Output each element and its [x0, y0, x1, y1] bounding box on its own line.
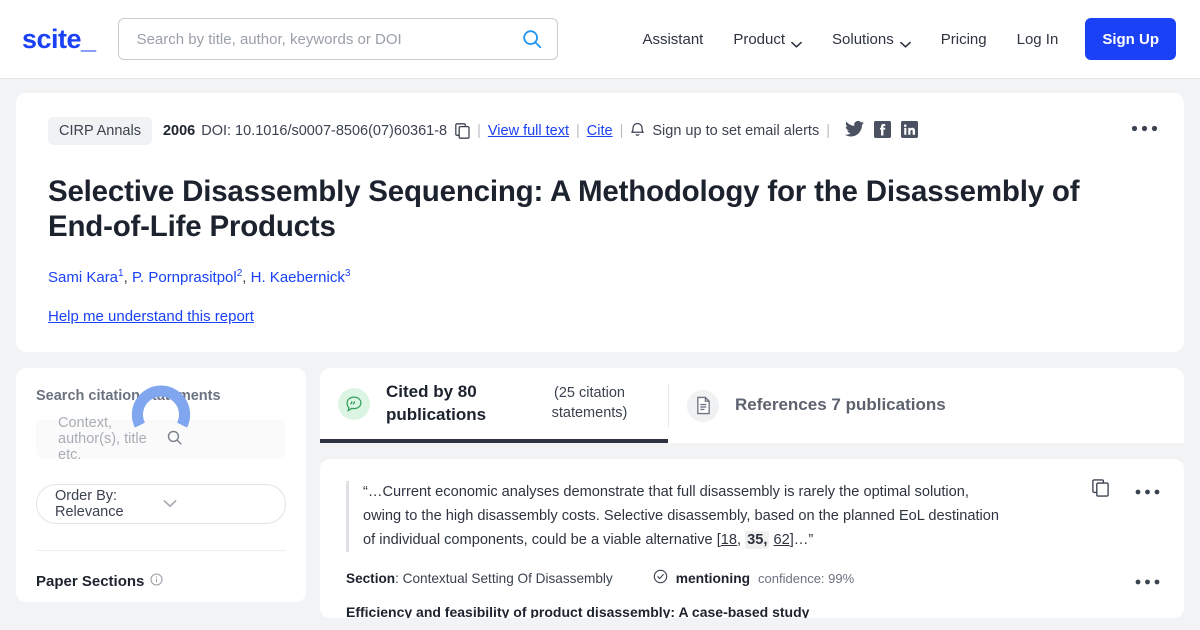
divider: | — [477, 123, 481, 139]
tab-cited-by[interactable]: Cited by 80 publications (25 citation st… — [320, 368, 668, 443]
citation-quote: “…Current economic analyses demonstrate … — [346, 481, 1158, 553]
author-list: Sami Kara1, P. Pornprasitpol2, H. Kaeber… — [48, 268, 1156, 286]
nav-label: Pricing — [940, 30, 987, 48]
nav-item-pricing[interactable]: Pricing — [926, 18, 1002, 60]
paper-metadata-row: CIRP Annals 2006 DOI: 10.1016/s0007-8506… — [48, 117, 1156, 145]
copy-icon[interactable] — [1092, 479, 1109, 502]
author-link[interactable]: P. Pornprasitpol2 — [131, 268, 242, 286]
paper-options-menu[interactable] — [1131, 119, 1158, 137]
order-by-label: Order By: Relevance — [55, 488, 124, 520]
author-name: Sami Kara — [48, 269, 119, 286]
citing-paper-title[interactable]: Efficiency and feasibility of product di… — [346, 604, 1158, 618]
divider: | — [576, 123, 580, 139]
sidebar-divider — [36, 550, 286, 551]
loading-spinner-icon — [130, 383, 192, 445]
section-value: : Contextual Setting Of Disassembly — [395, 570, 613, 586]
copy-doi-icon[interactable] — [455, 123, 470, 139]
chevron-down-icon — [791, 36, 802, 48]
author-separator: , — [242, 269, 251, 286]
nav-label: Product — [733, 30, 786, 48]
twitter-icon[interactable] — [845, 120, 864, 141]
doi-text: DOI: 10.1016/s0007-8506(07)60361-8 — [201, 123, 448, 139]
author-link[interactable]: Sami Kara1 — [48, 268, 124, 286]
info-icon[interactable] — [150, 573, 163, 590]
author-name: H. Kaebernick — [250, 269, 345, 286]
nav-item-login[interactable]: Log In — [1002, 18, 1074, 60]
divider: | — [619, 123, 624, 139]
nav-label: Assistant — [642, 30, 704, 48]
facebook-icon[interactable] — [874, 120, 891, 142]
more-options-icon[interactable] — [1135, 482, 1160, 500]
paper-header-card: CIRP Annals 2006 DOI: 10.1016/s0007-8506… — [16, 93, 1184, 352]
lower-section: Search citation statements Context, auth… — [16, 368, 1184, 618]
help-understand-report-link[interactable]: Help me understand this report — [48, 308, 254, 325]
search-icon[interactable] — [521, 28, 543, 50]
confidence-value: confidence: 99% — [758, 570, 855, 586]
citation-tabs: Cited by 80 publications (25 citation st… — [320, 368, 1184, 443]
nav-item-assistant[interactable]: Assistant — [627, 18, 718, 60]
site-header: scite_ Assistant Product Solutions Prici… — [0, 0, 1200, 79]
author-separator: , — [123, 269, 132, 286]
quote-accent-bar — [346, 481, 349, 553]
view-full-text-link[interactable]: View full text — [488, 123, 569, 139]
citation-reference-62[interactable]: 62 — [773, 532, 789, 548]
page-title: Selective Disassembly Sequencing: A Meth… — [48, 175, 1080, 243]
bell-icon — [630, 121, 645, 142]
social-share-group — [845, 120, 918, 142]
quote-prefix: “…Current economic analyses demonstrate … — [363, 484, 1000, 548]
search-input[interactable] — [134, 29, 521, 49]
nav-item-solutions[interactable]: Solutions — [817, 18, 926, 60]
paper-sections-label: Paper Sections — [36, 573, 145, 590]
tab-cited-by-label: Cited by 80 publications — [386, 381, 487, 424]
citation-search-sidebar: Search citation statements Context, auth… — [16, 368, 306, 602]
statement-actions — [1092, 479, 1160, 502]
section-text: Section: Contextual Setting Of Disassemb… — [346, 571, 613, 586]
check-circle-icon — [653, 569, 668, 587]
statement-section-row: Section: Contextual Setting Of Disassemb… — [346, 569, 1158, 587]
tab-cited-by-sublabel: (25 citation statements) — [551, 384, 628, 421]
tab-references[interactable]: References 7 publications — [669, 368, 972, 443]
section-label: Section — [346, 570, 396, 586]
quote-bubble-icon — [338, 387, 370, 420]
chevron-down-icon — [163, 496, 271, 512]
email-alerts-label: Sign up to set email alerts — [652, 123, 820, 139]
linkedin-icon[interactable] — [901, 120, 918, 142]
order-by-select[interactable]: Order By: Relevance — [36, 484, 286, 524]
classification-label: mentioning — [675, 570, 751, 586]
divider: | — [826, 123, 830, 139]
document-icon — [687, 389, 719, 422]
tab-references-label: References 7 publications — [735, 395, 946, 415]
citation-quote-text: “…Current economic analyses demonstrate … — [363, 481, 1008, 552]
citing-paper-options-menu[interactable] — [1135, 572, 1160, 590]
quote-suffix: ]…” — [789, 531, 814, 548]
classification-badge: mentioning confidence: 99% — [653, 569, 854, 587]
main-nav: Assistant Product Solutions Pricing Log … — [627, 18, 1176, 60]
global-search[interactable] — [117, 18, 558, 60]
citation-sep: , — [737, 531, 746, 548]
journal-badge[interactable]: CIRP Annals — [48, 117, 152, 145]
author-link[interactable]: H. Kaebernick3 — [250, 268, 351, 286]
author-affiliation: 3 — [344, 268, 351, 279]
citation-statement-card: “…Current economic analyses demonstrate … — [320, 459, 1184, 618]
author-name: P. Pornprasitpol — [131, 269, 237, 286]
paper-sections-heading: Paper Sections — [36, 573, 286, 590]
publication-year: 2006 — [162, 123, 196, 139]
sign-up-button[interactable]: Sign Up — [1085, 18, 1176, 60]
citation-reference-18[interactable]: 18 — [721, 532, 737, 548]
chevron-down-icon — [899, 36, 911, 48]
nav-item-product[interactable]: Product — [718, 18, 817, 60]
nav-label: Log In — [1016, 30, 1059, 48]
cite-link[interactable]: Cite — [587, 123, 613, 139]
scite-logo[interactable]: scite_ — [22, 24, 96, 55]
nav-label: Solutions — [832, 30, 894, 48]
email-alerts[interactable]: Sign up to set email alerts — [630, 121, 819, 142]
citation-reference-35[interactable]: 35, — [745, 530, 770, 549]
citations-panel: Cited by 80 publications (25 citation st… — [320, 368, 1184, 618]
